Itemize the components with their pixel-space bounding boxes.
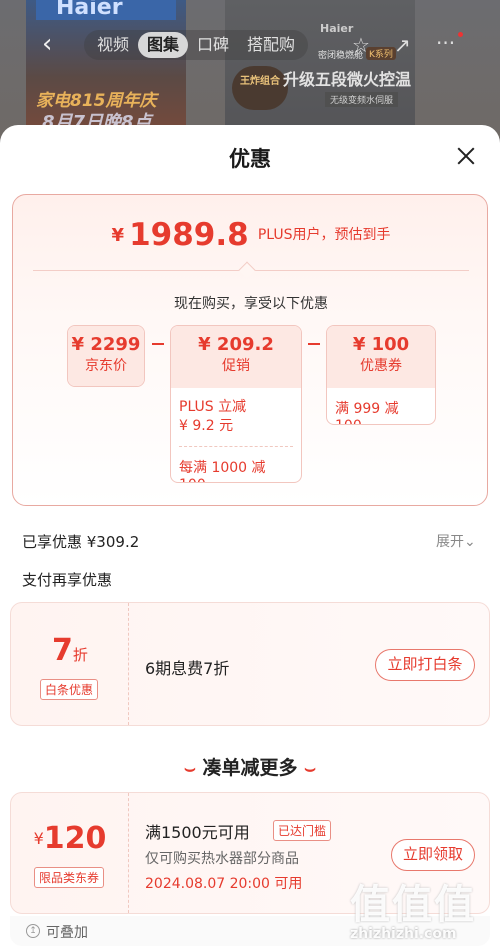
price-box-jd: ¥ 2299 京东价 bbox=[67, 325, 145, 387]
expand-toggle[interactable]: 展开⌄ bbox=[436, 531, 476, 551]
jd-price-value: ¥ 2299 bbox=[71, 334, 141, 355]
baitiao-left: 7折 白条优惠 bbox=[11, 603, 129, 725]
combo-badge: 王炸组合 bbox=[232, 66, 288, 110]
share-icon[interactable]: ↗ bbox=[394, 34, 416, 56]
coupon-type-tag: 限品类东券 bbox=[34, 867, 105, 888]
tab-video[interactable]: 视频 bbox=[88, 32, 138, 58]
baitiao-tag: 白条优惠 bbox=[40, 679, 99, 700]
minus-sign bbox=[308, 343, 320, 345]
coupon-label: 优惠券 bbox=[360, 358, 402, 374]
baitiao-offer-card: 7折 白条优惠 6期息费7折 立即打白条 bbox=[10, 602, 490, 726]
coupon-value: ¥ 100 bbox=[352, 334, 410, 355]
brand-logo: Haier bbox=[36, 0, 176, 20]
promo-value: ¥ 209.2 bbox=[198, 334, 274, 355]
product-subline: 无级变频水伺服 bbox=[325, 92, 399, 107]
coupon-scope: 仅可购买热水器部分商品 bbox=[145, 851, 299, 867]
threshold-status-badge: 已达门槛 bbox=[273, 820, 332, 841]
coupon-threshold: 满1500元可用 bbox=[145, 823, 250, 842]
watermark: 值值值 zhizhizhi.com bbox=[350, 872, 490, 944]
tab-reviews[interactable]: 口碑 bbox=[188, 32, 238, 58]
estimate-note: PLUS用户，预估到手 bbox=[257, 227, 391, 243]
price-box-head: ¥ 209.2 促销 bbox=[171, 326, 301, 388]
stack-icon: ↥ bbox=[26, 924, 40, 938]
watermark-logo: 值值值 bbox=[350, 882, 476, 928]
baitiao-discount: 7折 bbox=[52, 633, 88, 668]
media-tabs: 视频 图集 口碑 搭配购 bbox=[84, 30, 309, 60]
coupon-left: ¥120 限品类东券 bbox=[11, 793, 129, 913]
baitiao-desc: 6期息费7折 bbox=[145, 659, 230, 678]
coupon-time: 2024.08.07 20:00 可用 bbox=[145, 876, 303, 892]
chevron-down-icon: ⌄ bbox=[464, 534, 476, 550]
tab-gallery[interactable]: 图集 bbox=[138, 32, 189, 58]
price-box-promo: ¥ 209.2 促销 PLUS 立减 ¥ 9.2 元 每满 1000 减 100 bbox=[170, 325, 302, 483]
back-icon[interactable]: ‹ bbox=[42, 30, 66, 58]
estimated-amount: 1989.8 bbox=[129, 217, 249, 253]
discount-sheet: 优惠 ¥ 1989.8 PLUS用户，预估到手 现在购买，享受以下优惠 ¥ 22… bbox=[0, 125, 500, 952]
decor-icon: ⌣ bbox=[304, 758, 316, 779]
sheet-title: 优惠 bbox=[229, 147, 271, 171]
more-deals-title: ⌣ 凑单减更多 ⌣ bbox=[184, 757, 316, 779]
close-icon[interactable] bbox=[452, 143, 480, 171]
divider-notch bbox=[238, 261, 256, 279]
price-box-coupon: ¥ 100 优惠券 满 999 减 100 bbox=[326, 325, 436, 425]
claim-coupon-button[interactable]: 立即领取 bbox=[391, 839, 475, 871]
expand-label: 展开 bbox=[436, 534, 464, 550]
stackable-label: 可叠加 bbox=[46, 925, 88, 941]
baitiao-button[interactable]: 立即打白条 bbox=[375, 649, 475, 681]
currency-symbol: ¥ bbox=[111, 225, 124, 246]
now-purchase-text: 现在购买，享受以下优惠 bbox=[174, 296, 328, 312]
pay-more-title: 支付再享优惠 bbox=[22, 571, 113, 589]
price-box-head: ¥ 100 优惠券 bbox=[327, 326, 435, 388]
estimated-price: ¥ 1989.8 PLUS用户，预估到手 bbox=[13, 217, 489, 253]
notification-dot bbox=[458, 32, 463, 37]
promo-label: 促销 bbox=[222, 358, 250, 374]
product-page-background: Haier 家电815周年庆 8月7日晚8点 Haier 密闭稳燃舱 K系列 王… bbox=[0, 0, 500, 140]
product-brand-small: Haier bbox=[320, 22, 354, 35]
jd-price-label: 京东价 bbox=[85, 358, 127, 374]
coupon-amount: ¥120 bbox=[33, 821, 107, 856]
promo-detail-plus: PLUS 立减 ¥ 9.2 元 bbox=[179, 399, 247, 434]
more-icon[interactable]: ··· bbox=[436, 32, 460, 54]
price-summary-panel: ¥ 1989.8 PLUS用户，预估到手 现在购买，享受以下优惠 ¥ 2299 … bbox=[12, 194, 488, 506]
watermark-url: zhizhizhi.com bbox=[350, 926, 457, 942]
decor-icon: ⌣ bbox=[184, 758, 196, 779]
price-box-head: ¥ 2299 京东价 bbox=[68, 326, 144, 386]
tab-bundle[interactable]: 搭配购 bbox=[238, 32, 304, 58]
promo-detail-full-reduction: 每满 1000 减 100 bbox=[179, 460, 266, 482]
favorite-icon[interactable]: ☆ bbox=[352, 34, 374, 56]
minus-sign bbox=[152, 343, 164, 345]
enjoyed-discount: 已享优惠 ¥309.2 bbox=[22, 533, 140, 551]
coupon-detail: 满 999 减 100 bbox=[335, 401, 399, 424]
product-headline: 升级五段微火控温 bbox=[283, 70, 412, 89]
